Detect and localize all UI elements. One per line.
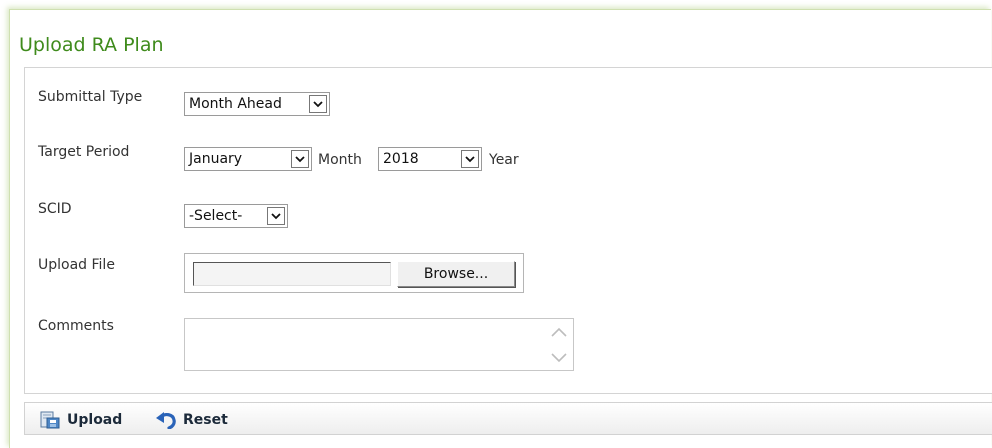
month-label: Month xyxy=(318,152,362,168)
chevron-down-icon[interactable] xyxy=(309,95,327,113)
upload-file-label: Upload File xyxy=(38,257,115,273)
year-select[interactable]: 2018 xyxy=(378,147,482,171)
scid-value: -Select- xyxy=(189,208,243,224)
browse-button[interactable]: Browse... xyxy=(397,261,515,287)
upload-button[interactable]: Upload xyxy=(39,409,122,431)
undo-arrow-icon xyxy=(155,410,177,430)
submittal-type-select[interactable]: Month Ahead xyxy=(184,92,330,116)
scroll-up-icon[interactable] xyxy=(551,324,567,340)
month-select[interactable]: January xyxy=(184,147,312,171)
file-upload-control: Browse... xyxy=(184,253,524,293)
year-label: Year xyxy=(489,152,519,168)
submittal-type-label: Submittal Type xyxy=(38,89,143,105)
page-title: Upload RA Plan xyxy=(19,34,164,56)
comments-label: Comments xyxy=(38,318,114,334)
chevron-down-icon[interactable] xyxy=(291,150,309,168)
year-value: 2018 xyxy=(383,151,419,167)
reset-button[interactable]: Reset xyxy=(155,409,228,431)
scroll-down-icon[interactable] xyxy=(551,350,567,366)
month-value: January xyxy=(189,151,243,167)
comments-textarea[interactable] xyxy=(184,318,574,371)
chevron-down-icon[interactable] xyxy=(267,207,285,225)
upload-button-label: Upload xyxy=(67,412,123,428)
reset-button-label: Reset xyxy=(183,412,228,428)
file-path-input[interactable] xyxy=(193,262,391,286)
action-toolbar: Upload Reset xyxy=(24,402,992,435)
submittal-type-value: Month Ahead xyxy=(189,96,282,112)
chevron-down-icon[interactable] xyxy=(461,150,479,168)
upload-document-icon xyxy=(39,410,61,430)
scid-select[interactable]: -Select- xyxy=(184,204,288,228)
scid-label: SCID xyxy=(38,201,72,217)
target-period-label: Target Period xyxy=(38,144,130,160)
